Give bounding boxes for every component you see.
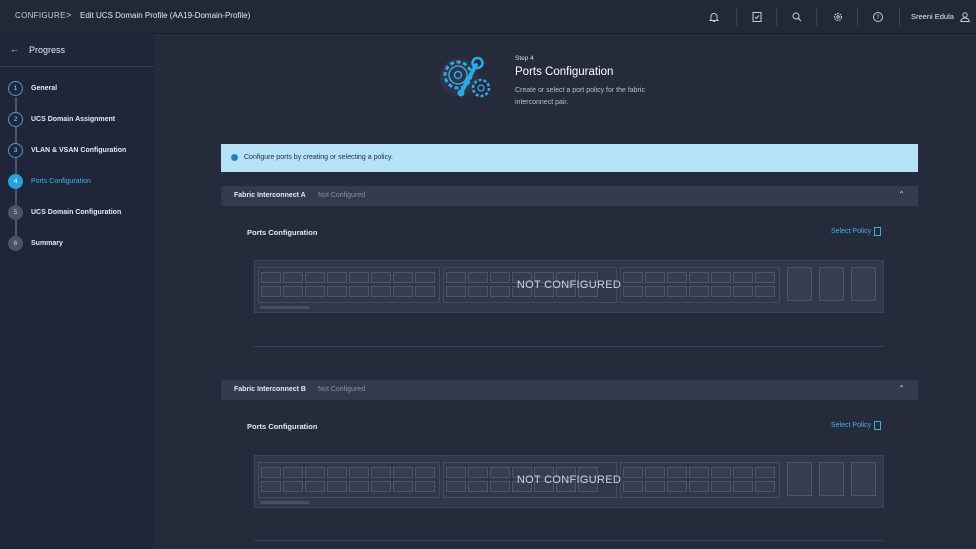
page-title: Edit UCS Domain Profile (AA19-Domain-Pro… — [80, 11, 251, 20]
fabric-b-switch-diagram: NOT CONFIGURED — [254, 455, 884, 508]
fabric-a-header[interactable]: Fabric Interconnect A Not Configured ⌃ — [221, 186, 918, 206]
step-number: 1 — [8, 80, 23, 96]
chevron-up-icon[interactable]: ⌃ — [898, 190, 905, 199]
step-label: VLAN & VSAN Configuration — [31, 146, 127, 154]
select-policy-label: Select Policy — [831, 422, 872, 429]
not-configured-overlay: NOT CONFIGURED — [516, 474, 622, 486]
chevron-up-icon[interactable]: ⌃ — [898, 384, 905, 393]
fabric-b-name: Fabric Interconnect B — [234, 386, 306, 393]
progress-sidebar: ← Progress 1 General 2 UCS Domain Assign… — [0, 35, 154, 549]
step-number: 2 — [8, 111, 23, 127]
progress-header: ← Progress — [0, 35, 154, 67]
step-ucs-domain-configuration[interactable]: 5 UCS Domain Configuration — [8, 204, 121, 220]
step-summary[interactable]: 6 Summary — [8, 235, 63, 251]
step-label: Ports Configuration — [31, 177, 91, 185]
breadcrumb-separator: > — [66, 10, 72, 20]
divider — [254, 540, 884, 541]
fabric-b-status: Not Configured — [318, 386, 366, 393]
step-number: 5 — [8, 204, 23, 220]
search-icon[interactable] — [788, 8, 806, 26]
fabric-b-select-policy[interactable]: Select Policy — [831, 421, 882, 430]
step-label: UCS Domain Configuration — [31, 208, 122, 216]
back-arrow-icon[interactable]: ← — [10, 44, 19, 54]
info-icon — [231, 154, 238, 161]
policy-document-icon — [874, 421, 882, 430]
step-vlan-vsan-configuration[interactable]: 3 VLAN & VSAN Configuration — [8, 142, 126, 158]
fabric-a-select-policy[interactable]: Select Policy — [831, 227, 882, 236]
step-ucs-domain-assignment[interactable]: 2 UCS Domain Assignment — [8, 111, 115, 127]
step-general[interactable]: 1 General — [8, 80, 57, 96]
tasks-icon[interactable] — [748, 8, 766, 26]
gear-icon[interactable] — [829, 8, 847, 26]
select-policy-label: Select Policy — [831, 228, 872, 235]
step-label: Summary — [31, 239, 63, 247]
step-number: 4 — [8, 173, 23, 189]
fabric-a-switch-diagram: NOT CONFIGURED — [254, 260, 884, 313]
step-label: UCS Domain Assignment — [31, 115, 116, 123]
fabric-a-status: Not Configured — [318, 192, 366, 199]
step-title: Ports Configuration — [515, 66, 614, 78]
divider — [254, 346, 884, 347]
user-name[interactable]: Sreeni Edula — [911, 12, 954, 21]
step-tag: Step 4 — [515, 55, 534, 62]
not-configured-overlay: NOT CONFIGURED — [516, 279, 622, 291]
top-bar: CONFIGURE > Edit UCS Domain Profile (AA1… — [0, 0, 976, 34]
fabric-b-ports-label: Ports Configuration — [247, 422, 318, 431]
bell-icon[interactable] — [705, 8, 723, 26]
fabric-b-header[interactable]: Fabric Interconnect B Not Configured ⌃ — [221, 380, 918, 400]
info-banner: Configure ports by creating or selecting… — [221, 144, 918, 172]
step-number: 6 — [8, 235, 23, 251]
step-number: 3 — [8, 142, 23, 158]
svg-text:?: ? — [876, 14, 879, 21]
help-icon[interactable]: ? — [869, 8, 887, 26]
step-label: General — [31, 84, 58, 92]
progress-title: Progress — [29, 45, 66, 55]
policy-document-icon — [874, 227, 882, 236]
fabric-a-ports-label: Ports Configuration — [247, 228, 318, 237]
breadcrumb-configure[interactable]: CONFIGURE — [15, 11, 66, 20]
info-banner-text: Configure ports by creating or selecting… — [244, 154, 393, 161]
gears-wrench-icon — [432, 51, 498, 109]
user-avatar-icon[interactable] — [956, 8, 974, 26]
step-ports-configuration[interactable]: 4 Ports Configuration — [8, 173, 91, 189]
fabric-a-name: Fabric Interconnect A — [234, 192, 306, 199]
step-description: Create or select a port policy for the f… — [515, 87, 645, 106]
